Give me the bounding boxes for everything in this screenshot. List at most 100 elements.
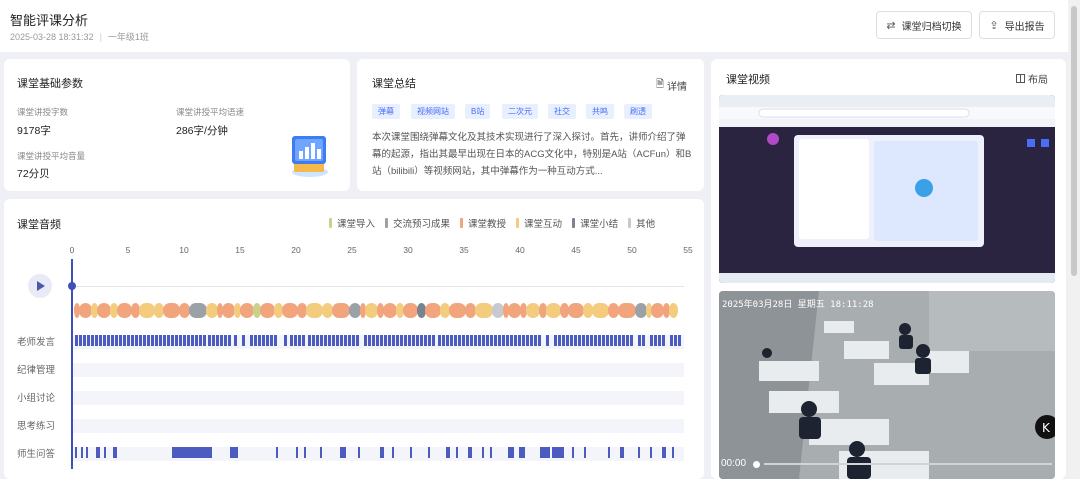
summary-tag: B站: [465, 104, 491, 119]
speech-mark: [494, 335, 497, 346]
segment-block: [508, 303, 521, 318]
speech-mark: [298, 335, 301, 346]
speech-mark: [95, 335, 98, 346]
qa-mark: [519, 447, 525, 458]
segment-block: [383, 303, 397, 318]
speech-mark: [143, 335, 146, 346]
audio-track-line: [76, 286, 684, 287]
speech-mark: [195, 335, 198, 346]
export-report-label: 导出报告: [1004, 21, 1045, 33]
qa-mark: [428, 447, 430, 458]
screen-recording-video[interactable]: [719, 95, 1055, 283]
speech-mark: [642, 335, 645, 346]
export-report-button[interactable]: ⇪ 导出报告: [979, 11, 1055, 39]
speech-mark: [147, 335, 150, 346]
speech-mark: [250, 335, 253, 346]
param-value-volume: 72分贝: [17, 168, 50, 180]
speech-mark: [139, 335, 142, 346]
legend-swatch: [385, 218, 389, 228]
segment-block: [618, 303, 636, 318]
speech-mark: [79, 335, 82, 346]
playhead-line[interactable]: [71, 259, 73, 469]
speech-mark: [574, 335, 577, 346]
qa-mark: [276, 447, 278, 458]
speech-mark: [630, 335, 633, 346]
speech-mark: [446, 335, 449, 346]
summary-detail-label: 详情: [667, 82, 688, 93]
speech-mark: [356, 335, 359, 346]
speech-mark: [352, 335, 355, 346]
speech-mark: [159, 335, 162, 346]
activity-row-label: 纪律管理: [17, 365, 56, 376]
speech-mark: [470, 335, 473, 346]
activity-row-label: 思考练习: [17, 421, 56, 432]
speech-mark: [336, 335, 339, 346]
speech-mark: [191, 335, 194, 346]
speech-mark: [167, 335, 170, 346]
scrollbar-thumb[interactable]: [1071, 6, 1077, 276]
speech-mark: [582, 335, 585, 346]
speech-mark: [454, 335, 457, 346]
speech-mark: [622, 335, 625, 346]
speech-mark: [312, 335, 315, 346]
speech-mark: [228, 335, 231, 346]
param-value-speed: 286字/分钟: [176, 125, 228, 137]
video-progress-handle[interactable]: [753, 461, 760, 468]
speech-mark: [183, 335, 186, 346]
chart-illustration-icon: [292, 136, 328, 177]
speech-mark: [678, 335, 681, 346]
segment-block: [349, 303, 361, 318]
speech-mark: [216, 335, 219, 346]
legend-item: 课堂导入: [329, 216, 375, 230]
layout-button[interactable]: 布局: [1016, 71, 1048, 86]
qa-mark: [608, 447, 610, 458]
document-icon: 🗎: [656, 79, 665, 90]
legend-label: 交流预习成果: [393, 219, 451, 230]
legend-item: 课堂小结: [572, 216, 618, 230]
speech-mark: [127, 335, 130, 346]
qa-mark: [468, 447, 472, 458]
param-value-words: 9178字: [17, 125, 51, 137]
segment-block: [592, 303, 609, 318]
speech-mark: [510, 335, 513, 346]
playhead-handle[interactable]: [68, 282, 76, 290]
segment-block: [663, 303, 670, 318]
speech-mark: [368, 335, 371, 346]
speech-mark: [380, 335, 383, 346]
page-scrollbar[interactable]: [1068, 0, 1080, 479]
play-button[interactable]: [28, 274, 52, 298]
segment-block: [449, 303, 466, 318]
segment-block: [274, 303, 283, 318]
classroom-camera-video[interactable]: K 2025年03月28日 星期五 18:11:28 00:00: [719, 291, 1055, 479]
speech-mark: [482, 335, 485, 346]
segment-block: [97, 303, 111, 318]
segment-block: [91, 303, 98, 318]
classroom-camera-frame: K: [719, 291, 1055, 479]
speech-mark: [458, 335, 461, 346]
qa-mark: [358, 447, 360, 458]
qa-mark: [482, 447, 484, 458]
speech-mark: [400, 335, 403, 346]
speech-mark: [586, 335, 589, 346]
speech-mark: [384, 335, 387, 346]
speech-mark: [316, 335, 319, 346]
audio-legend: 课堂导入 交流预习成果 课堂教授 课堂互动 课堂小结 其他: [329, 216, 655, 230]
activity-row-label: 老师发言: [17, 337, 56, 348]
summary-detail-link[interactable]: 🗎 详情: [656, 77, 687, 94]
speech-mark: [670, 335, 673, 346]
time-tick-label: 50: [627, 245, 637, 255]
export-icon: ⇪: [989, 19, 999, 32]
speech-mark: [442, 335, 445, 346]
speech-mark: [135, 335, 138, 346]
speech-mark: [328, 335, 331, 346]
speech-mark: [432, 335, 435, 346]
svg-text:K: K: [1042, 421, 1051, 435]
swap-icon: ⇄: [886, 19, 896, 32]
segment-block: [560, 303, 569, 318]
speech-mark: [674, 335, 677, 346]
time-tick-label: 55: [683, 245, 693, 255]
legend-label: 课堂互动: [524, 219, 563, 230]
qa-mark: [96, 447, 100, 458]
switch-archive-button[interactable]: ⇄ 课堂归档切换: [876, 11, 972, 39]
segment-block: [322, 303, 333, 318]
